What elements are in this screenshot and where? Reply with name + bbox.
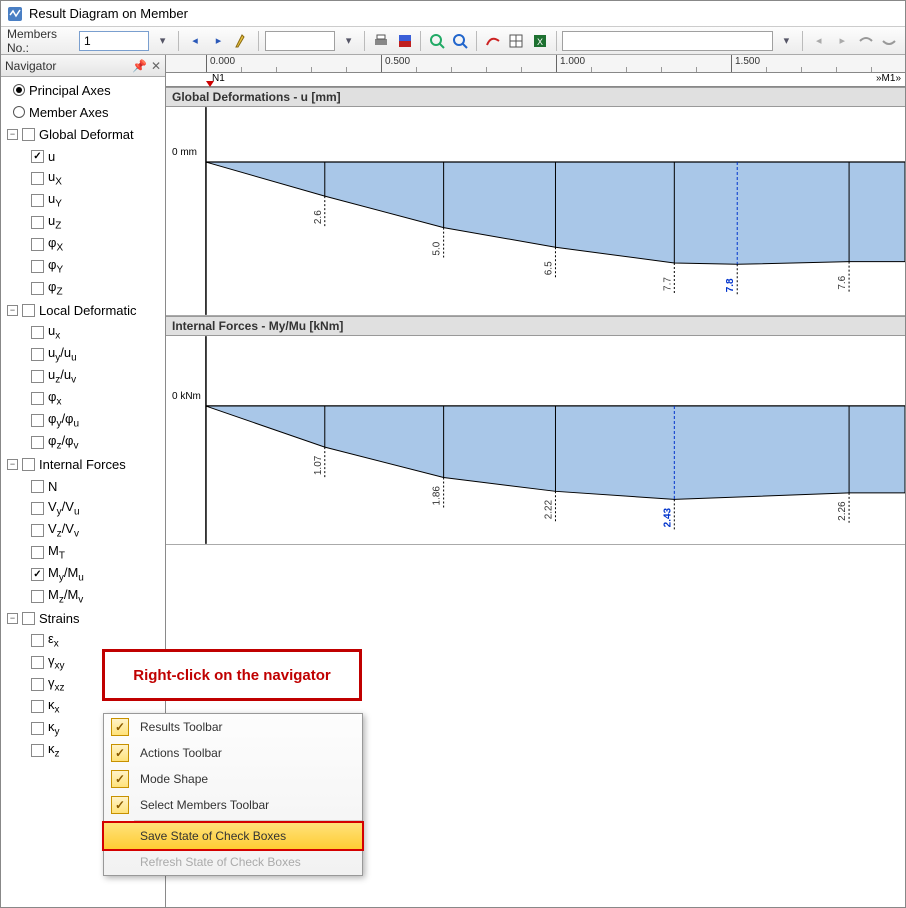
chart-deform-title: Global Deformations - u [mm] (166, 87, 905, 107)
chart-moment: Internal Forces - My/Mu [kNm] 0 kNm 1.07… (166, 316, 905, 545)
flag-icon[interactable] (395, 30, 415, 52)
smooth-icon[interactable] (483, 30, 503, 52)
prev2-icon[interactable]: ◂ (809, 30, 829, 52)
radio-member-axes[interactable]: Member Axes (1, 101, 165, 123)
prev-arrow-icon[interactable]: ◂ (185, 30, 205, 52)
callout-text: Right-click on the navigator (133, 667, 331, 684)
ctx-item[interactable]: ✓Actions Toolbar (104, 740, 362, 766)
members-label: Members No.: (7, 27, 73, 55)
ctx-item[interactable]: ✓Results Toolbar (104, 714, 362, 740)
tree-group-global[interactable]: −Global Deformat (1, 123, 165, 145)
ctx-save-state[interactable]: Save State of Check Boxes (102, 821, 364, 851)
tree-item-uyuu[interactable]: uy/uu (1, 343, 165, 365)
svg-text:5.0: 5.0 (432, 241, 443, 255)
chart-moment-title: Internal Forces - My/Mu [kNm] (166, 316, 905, 336)
svg-text:7.7: 7.7 (662, 277, 673, 291)
svg-text:2.6: 2.6 (313, 210, 324, 224)
tree-item-uzuv[interactable]: uz/uv (1, 365, 165, 387)
chart-deformations: Global Deformations - u [mm] 0 mm 2.6 5.0… (166, 87, 905, 316)
tree-item-phizphiv[interactable]: φz/φv (1, 431, 165, 453)
node-bar: N1 »M1» (166, 73, 905, 87)
tree-item-phix[interactable]: φX (1, 233, 165, 255)
zoom-in-icon[interactable] (427, 30, 447, 52)
svg-text:1.86: 1.86 (432, 486, 443, 506)
tree-group-internal[interactable]: −Internal Forces (1, 453, 165, 475)
ctx-refresh-state: Refresh State of Check Boxes (104, 849, 362, 875)
context-menu: ✓Results Toolbar✓Actions Toolbar✓Mode Sh… (103, 713, 363, 876)
tree-item-u[interactable]: u (1, 145, 165, 167)
tree-item-phiy[interactable]: φY (1, 255, 165, 277)
pick-member-icon[interactable] (232, 30, 252, 52)
dropdown-arrow-icon[interactable]: ▾ (153, 30, 173, 52)
chart-moment-zero: 0 kNm (172, 391, 201, 402)
loadcase-select[interactable] (265, 31, 335, 51)
svg-text:7.8: 7.8 (725, 278, 736, 292)
tree-item-MzMv[interactable]: Mz/Mv (1, 585, 165, 607)
tree-item-ux[interactable]: ux (1, 321, 165, 343)
tree-item-phiz[interactable]: φZ (1, 277, 165, 299)
grid-icon[interactable] (507, 30, 527, 52)
radio-principal-axes[interactable]: Principal Axes (1, 79, 165, 101)
title-bar: Result Diagram on Member (1, 1, 905, 27)
toolbar: Members No.: ▾ ◂ ▸ ▾ X ▾ ◂ ▸ (1, 27, 905, 55)
tree-item-N[interactable]: N (1, 475, 165, 497)
tree-item-uz[interactable]: uZ (1, 211, 165, 233)
pin-icon[interactable]: 📌 (132, 59, 147, 73)
node-end-label: »M1» (876, 73, 901, 84)
tree-item-VzVv[interactable]: Vz/Vv (1, 519, 165, 541)
display-select[interactable] (562, 31, 772, 51)
svg-text:2.43: 2.43 (662, 507, 673, 527)
tree-group-strains[interactable]: −Strains (1, 607, 165, 629)
svg-text:2.26: 2.26 (837, 501, 848, 521)
close-nav-icon[interactable]: ✕ (151, 59, 161, 73)
zoom-out-icon[interactable] (451, 30, 471, 52)
navigator-title: Navigator (5, 59, 56, 73)
dropdown3-arrow-icon[interactable]: ▾ (777, 30, 797, 52)
print-icon[interactable] (371, 30, 391, 52)
view1-icon[interactable] (856, 30, 876, 52)
tree-item-uy[interactable]: uY (1, 189, 165, 211)
tree-item-ex[interactable]: εx (1, 629, 165, 651)
dropdown2-arrow-icon[interactable]: ▾ (339, 30, 359, 52)
tree-item-phiyphiu[interactable]: φy/φu (1, 409, 165, 431)
svg-text:6.5: 6.5 (543, 261, 554, 275)
callout-box: Right-click on the navigator (102, 649, 362, 701)
svg-text:2.22: 2.22 (543, 499, 554, 519)
members-input[interactable] (79, 31, 149, 51)
ruler: 0.0000.5001.0001.5002.000 (166, 55, 905, 73)
view2-icon[interactable] (880, 30, 900, 52)
svg-text:7.6: 7.6 (837, 275, 848, 289)
excel-icon[interactable]: X (530, 30, 550, 52)
ctx-item[interactable]: ✓Select Members Toolbar (104, 792, 362, 818)
tree-group-local[interactable]: −Local Deformatic (1, 299, 165, 321)
tree-item-MyMu[interactable]: My/Mu (1, 563, 165, 585)
app-icon (7, 6, 23, 22)
tree-item-MT[interactable]: MT (1, 541, 165, 563)
navigator-header: Navigator 📌 ✕ (1, 55, 165, 77)
next2-icon[interactable]: ▸ (833, 30, 853, 52)
ctx-item[interactable]: ✓Mode Shape (104, 766, 362, 792)
svg-text:1.07: 1.07 (313, 455, 324, 475)
window-title: Result Diagram on Member (29, 6, 188, 21)
svg-text:X: X (537, 37, 543, 47)
tree-item-phix[interactable]: φx (1, 387, 165, 409)
tree-item-ux[interactable]: uX (1, 167, 165, 189)
next-arrow-icon[interactable]: ▸ (209, 30, 229, 52)
chart-deform-zero: 0 mm (172, 147, 197, 158)
tree-item-VyVu[interactable]: Vy/Vu (1, 497, 165, 519)
